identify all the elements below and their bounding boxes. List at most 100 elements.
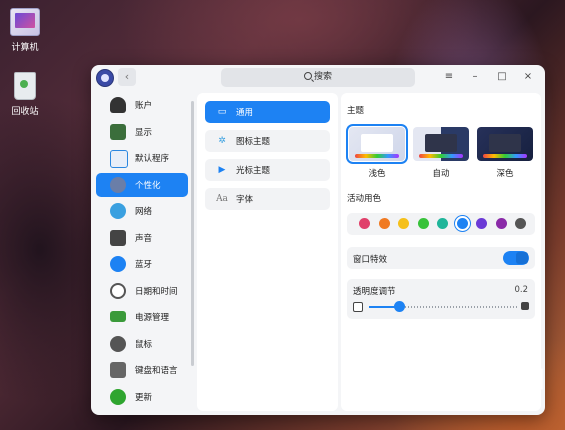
- sidebar-item-update[interactable]: 更新: [96, 385, 188, 409]
- update-icon: [110, 388, 126, 405]
- theme-preview-window: [425, 134, 457, 152]
- sidebar-item-label: 电源管理: [135, 313, 170, 323]
- network-icon: [110, 203, 126, 219]
- account-icon: [110, 97, 126, 113]
- menu-item-font[interactable]: Aa 字体: [205, 188, 330, 210]
- sidebar-item-personalization[interactable]: 个性化: [96, 172, 188, 197]
- search-label: 搜索: [313, 72, 332, 82]
- transparency-value: 0.2: [514, 285, 528, 295]
- sidebar-item-mouse[interactable]: 鼠标: [96, 332, 188, 356]
- watermark-title: 当下软件园: [426, 368, 547, 393]
- menu-item-label: 通用: [236, 108, 254, 118]
- accent-color-swatch[interactable]: [398, 218, 409, 229]
- window-effects-row: 窗口特效: [347, 247, 535, 269]
- personalization-icon: [110, 176, 126, 193]
- watermark-logo-icon: [378, 360, 424, 410]
- accent-color-swatch[interactable]: [359, 218, 370, 229]
- desktop-icon-label: 回收站: [11, 107, 39, 117]
- menu-item-cursor-theme[interactable]: ▶ 光标主题: [205, 159, 330, 181]
- desktop-icon-computer[interactable]: 计算机: [0, 8, 50, 53]
- theme-option-light[interactable]: [346, 124, 408, 164]
- minimize-button[interactable]: –: [468, 70, 482, 84]
- clock-icon: [110, 282, 126, 299]
- default-apps-icon: [110, 150, 128, 168]
- computer-icon: [10, 8, 40, 36]
- theme-preview-window: [361, 134, 393, 152]
- titlebar: ‹ 搜索 ≡ – □ ×: [91, 65, 545, 90]
- sidebar-item-accounts[interactable]: 账户: [96, 93, 188, 117]
- trash-icon: [14, 72, 36, 100]
- search-icon: [303, 72, 312, 80]
- control-center-icon: [96, 69, 114, 87]
- display-icon: [110, 123, 126, 140]
- close-button[interactable]: ×: [521, 70, 535, 84]
- accent-color-swatch[interactable]: [378, 218, 390, 229]
- watermark-url: www.downxia.com: [428, 393, 512, 403]
- window-effects-label: 窗口特效: [353, 255, 388, 265]
- transparency-row: 透明度调节 0.2: [347, 279, 535, 319]
- sidebar-item-network[interactable]: 网络: [96, 199, 188, 223]
- menu-button[interactable]: ≡: [442, 70, 456, 84]
- sound-icon: [110, 229, 126, 246]
- accent-color-swatch[interactable]: [495, 218, 507, 229]
- menu-item-icon-theme[interactable]: ✲ 图标主题: [205, 130, 330, 152]
- sidebar-item-power[interactable]: 电源管理: [96, 305, 188, 329]
- accent-color-swatch[interactable]: [456, 218, 468, 229]
- accent-color-picker: [347, 213, 535, 235]
- transparency-high-icon: [521, 302, 529, 310]
- theme-label: 浅色: [368, 169, 386, 179]
- accent-color-swatch[interactable]: [437, 218, 448, 229]
- sidebar-item-keyboard[interactable]: 键盘和语言: [96, 358, 188, 382]
- menu-item-general[interactable]: ▭ 通用: [205, 101, 330, 123]
- back-button[interactable]: ‹: [118, 68, 136, 86]
- sidebar-item-datetime[interactable]: 日期和时间: [96, 279, 188, 303]
- theme-label: 自动: [432, 169, 450, 179]
- sidebar-item-label: 日期和时间: [135, 286, 178, 297]
- accent-color-swatch[interactable]: [476, 218, 487, 229]
- sidebar-item-label: 蓝牙: [135, 260, 153, 270]
- theme-option-dark[interactable]: [477, 127, 533, 161]
- personalization-menu: ▭ 通用 ✲ 图标主题 ▶ 光标主题 Aa 字体: [197, 93, 338, 411]
- accent-color-swatch[interactable]: [417, 218, 429, 229]
- sidebar-item-label: 个性化: [135, 180, 161, 191]
- transparency-low-icon: [353, 302, 363, 312]
- theme-label: 深色: [496, 169, 514, 179]
- menu-item-label: 光标主题: [236, 166, 271, 176]
- desktop-icon-trash[interactable]: 回收站: [0, 72, 50, 117]
- transparency-label: 透明度调节: [353, 287, 396, 297]
- theme-preview-dock: [419, 154, 463, 158]
- theme-preview-window: [489, 134, 521, 152]
- battery-icon: [110, 311, 126, 322]
- sidebar-item-label: 显示: [135, 127, 153, 138]
- sidebar-item-label: 键盘和语言: [135, 366, 178, 376]
- search-input[interactable]: 搜索: [221, 68, 415, 87]
- bluetooth-icon: [110, 256, 126, 272]
- accent-color-swatch[interactable]: [515, 218, 526, 229]
- maximize-button[interactable]: □: [495, 70, 509, 84]
- sidebar-item-label: 声音: [135, 233, 153, 244]
- menu-item-label: 图标主题: [236, 137, 271, 147]
- sidebar-item-bluetooth[interactable]: 蓝牙: [96, 252, 188, 276]
- sidebar-item-label: 更新: [135, 392, 153, 403]
- theme-section-title: 主题: [347, 106, 365, 116]
- menu-item-label: 字体: [236, 195, 254, 205]
- theme-option-auto[interactable]: [413, 127, 469, 161]
- transparency-slider-handle[interactable]: [393, 301, 405, 312]
- sidebar-item-label: 网络: [135, 207, 153, 217]
- sidebar-item-label: 鼠标: [135, 339, 153, 350]
- font-icon: Aa: [216, 194, 228, 204]
- sidebar-item-default-apps[interactable]: 默认程序: [96, 146, 188, 170]
- window-icon: ▭: [217, 107, 227, 117]
- sidebar-item-display[interactable]: 显示: [96, 120, 188, 144]
- mouse-icon: [110, 335, 126, 352]
- sidebar-item-sound[interactable]: 声音: [96, 226, 188, 250]
- window-effects-toggle[interactable]: [503, 251, 529, 265]
- theme-preview-dock: [483, 154, 527, 158]
- sidebar: 账户 显示 默认程序 个性化 网络 声音 蓝牙 日期和时间 电源管理 鼠标 键盘…: [91, 93, 194, 415]
- keyboard-icon: [110, 362, 126, 378]
- desktop-icon-label: 计算机: [11, 43, 39, 53]
- cursor-icon: ▶: [218, 165, 226, 175]
- gear-icon: ✲: [218, 136, 226, 146]
- sidebar-scrollbar[interactable]: [191, 101, 194, 366]
- accent-color-title: 活动用色: [347, 194, 382, 204]
